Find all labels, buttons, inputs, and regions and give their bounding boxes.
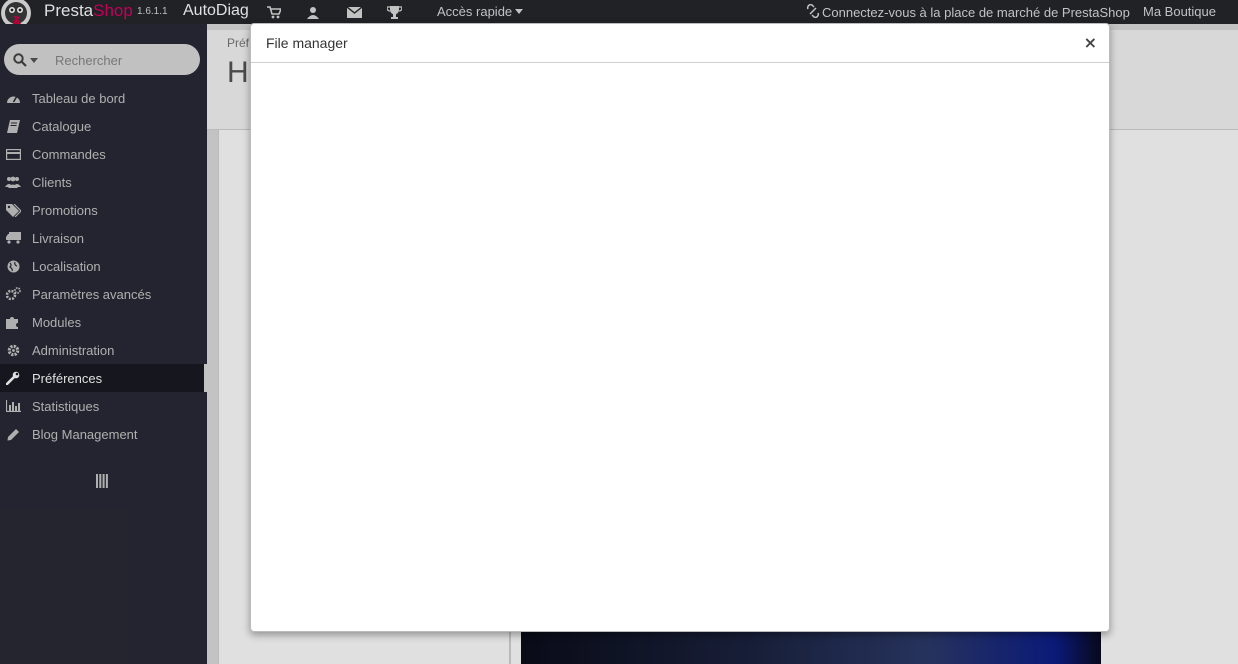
modal-body — [251, 64, 1109, 631]
chevron-down-icon — [515, 9, 524, 14]
breadcrumb[interactable]: Préf — [227, 36, 249, 50]
sidebar-item-commandes[interactable]: Commandes — [0, 140, 207, 168]
sidebar-item-catalogue[interactable]: Catalogue — [0, 112, 207, 140]
truck-icon — [5, 231, 21, 245]
modal-title: File manager — [266, 35, 348, 51]
cogs-icon — [5, 287, 21, 301]
sidebar-item-blog-management[interactable]: Blog Management — [0, 420, 207, 448]
search-bar[interactable]: Rechercher — [4, 44, 200, 75]
sidebar-item-preferences[interactable]: Préférences — [0, 364, 207, 392]
sidebar-item-promotions[interactable]: Promotions — [0, 196, 207, 224]
users-icon — [5, 175, 21, 189]
banner-image — [521, 630, 1101, 664]
sidebar-item-clients[interactable]: Clients — [0, 168, 207, 196]
sidebar-menu: Tableau de bord Catalogue Commandes Clie… — [0, 84, 207, 448]
collapse-menu-icon[interactable] — [96, 474, 108, 493]
sidebar-item-statistiques[interactable]: Statistiques — [0, 392, 207, 420]
sidebar: Rechercher Tableau de bord Catalogue Com… — [0, 24, 207, 664]
globe-icon — [5, 259, 21, 273]
store-name[interactable]: AutoDiag — [183, 2, 249, 20]
top-header: PrestaShop 1.6.1.1 AutoDiag Accès rapide… — [0, 0, 1238, 28]
wrench-icon — [5, 371, 21, 385]
sidebar-item-tableau-de-bord[interactable]: Tableau de bord — [0, 84, 207, 112]
envelope-icon[interactable] — [346, 4, 362, 20]
book-icon — [5, 119, 21, 133]
dashboard-icon — [5, 91, 21, 105]
tags-icon — [5, 203, 21, 217]
chain-link-icon — [806, 3, 820, 21]
close-button[interactable]: × — [1084, 33, 1097, 52]
trophy-icon[interactable] — [386, 4, 402, 20]
gear-icon — [5, 343, 21, 357]
bar-chart-icon — [5, 399, 21, 413]
pencil-icon — [5, 427, 21, 441]
puzzle-icon — [5, 315, 21, 329]
cart-icon[interactable] — [267, 4, 281, 20]
version-label: 1.6.1.1 — [137, 6, 168, 17]
brand-name: PrestaShop — [44, 1, 133, 20]
sidebar-item-administration[interactable]: Administration — [0, 336, 207, 364]
sidebar-item-modules[interactable]: Modules — [0, 308, 207, 336]
page-title: H — [227, 56, 249, 89]
credit-card-icon — [5, 147, 21, 161]
my-shop-link[interactable]: Ma Boutique — [1143, 4, 1216, 19]
sidebar-item-parametres-avances[interactable]: Paramètres avancés — [0, 280, 207, 308]
sidebar-item-localisation[interactable]: Localisation — [0, 252, 207, 280]
search-input[interactable]: Rechercher — [55, 53, 122, 68]
user-icon[interactable] — [306, 4, 320, 20]
search-icon[interactable] — [13, 53, 27, 72]
quick-access-menu[interactable]: Accès rapide — [437, 4, 524, 19]
sidebar-item-livraison[interactable]: Livraison — [0, 224, 207, 252]
marketplace-link[interactable]: Connectez-vous à la place de marché de P… — [806, 3, 1130, 21]
modal-header: File manager × — [251, 24, 1109, 63]
chevron-down-icon[interactable] — [30, 58, 38, 63]
file-manager-modal: File manager × — [250, 23, 1110, 632]
